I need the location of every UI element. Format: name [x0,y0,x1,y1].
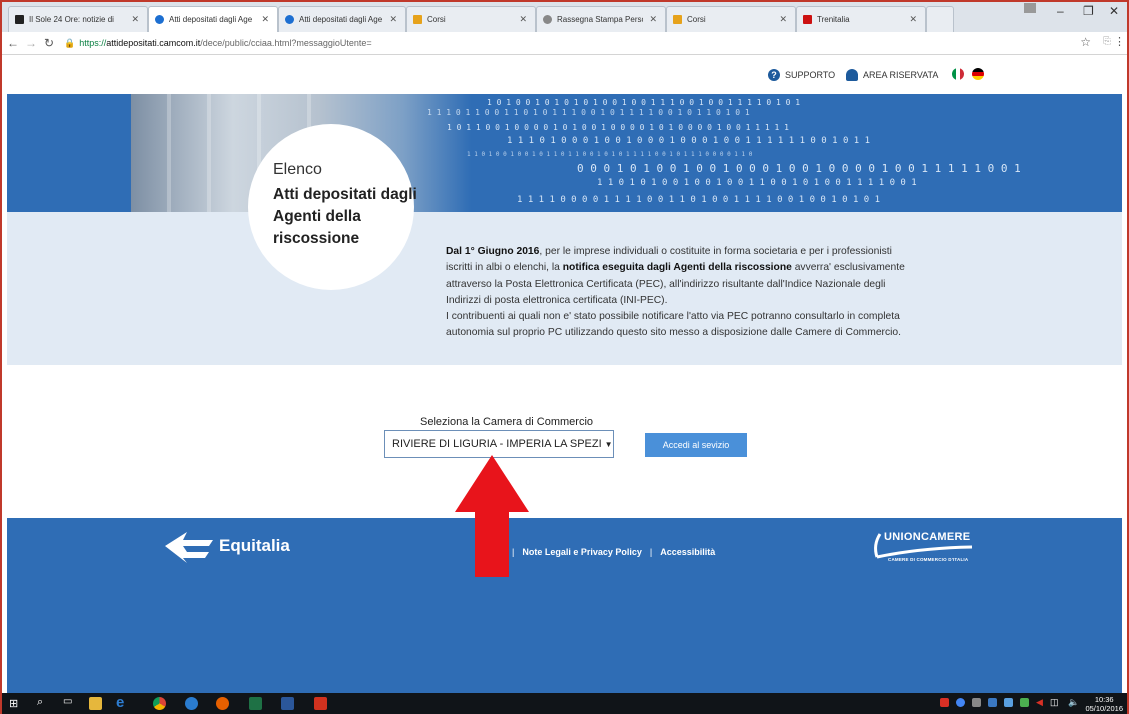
chrome-icon[interactable] [153,697,166,710]
page-title: Atti depositati dagli Agenti della risco… [273,186,417,247]
select-label: Seleziona la Camera di Commercio [420,416,594,428]
close-tab-icon[interactable]: ✕ [519,14,527,25]
corsi-favicon-icon [673,15,682,24]
close-tab-icon[interactable]: ✕ [909,14,917,25]
binary-decoration: 1 1 1 1 0 0 0 0 1 1 1 1 0 0 1 1 0 1 0 0 … [517,195,881,205]
volume-icon[interactable]: 🔈 [1068,697,1079,708]
acrobat-icon[interactable] [314,697,327,710]
forward-arrow-icon[interactable]: → [22,36,40,50]
equitalia-logo[interactable]: Equitalia [165,529,290,563]
tray-app2-icon[interactable] [1020,698,1029,707]
edge-browser-icon[interactable]: e [116,694,124,711]
binary-decoration: 1 1 0 1 0 0 1 0 0 1 0 1 1 0 1 1 0 0 1 0 … [467,151,753,158]
binary-decoration: 1 0 1 0 0 1 0 1 0 1 0 1 0 0 1 0 0 1 1 1 … [487,98,801,107]
tab-corsi[interactable]: Corsi ✕ [406,6,536,32]
tab-atti-depositati-active[interactable]: Atti depositati dagli Age ✕ [148,6,278,32]
unioncamere-swoosh-icon [874,533,973,559]
binary-decoration: 1 0 1 1 0 0 1 0 0 0 0 1 0 1 0 0 1 0 0 0 … [447,123,789,132]
excel-icon[interactable] [249,697,262,710]
close-window-icon[interactable]: ✕ [1109,4,1119,18]
german-flag-icon[interactable] [972,68,984,80]
browser-tabstrip: Il Sole 24 Ore: notizie di ✕ Atti deposit… [0,0,1129,32]
legal-privacy-link[interactable]: Note Legali e Privacy Policy [522,547,642,557]
back-arrow-icon[interactable]: ← [4,36,22,50]
unioncamere-logo[interactable]: UNIONCAMERE CAMERE DI COMMERCIO D'ITALIA [870,531,973,562]
menu-icon[interactable]: ⋮ [1114,35,1125,48]
site-top-nav: ? SUPPORTO AREA RISERVATA [0,58,1129,92]
task-view-icon[interactable]: ▭ [63,696,72,707]
red-up-arrow-annotation [455,455,529,577]
rassegna-favicon-icon [543,15,552,24]
taskbar-clock[interactable]: 10:36 05/10/2016 [1085,695,1123,713]
tray-file-icon[interactable] [972,698,981,707]
search-icon[interactable]: ⌕ [37,696,43,709]
url-field[interactable]: 🔒 https://attidepositati.camcom.it/dece/… [64,38,372,49]
hero-line1: Elenco [273,161,322,178]
windows-start-icon[interactable]: ⊞ [9,697,18,710]
tab-atti-depositati[interactable]: Atti depositati dagli Age ✕ [278,6,406,32]
windows-taskbar: ⊞ ⌕ ▭ e ◀ ◫ 🔈 10:36 05/10/2016 [0,693,1129,714]
binary-decoration: 0 0 0 1 0 1 0 0 1 0 0 1 0 0 0 1 0 0 1 0 … [577,162,1021,175]
app-icon[interactable] [185,697,198,710]
tray-network-icon[interactable] [988,698,997,707]
camera-commercio-select[interactable]: RIVIERE DI LIGURIA - IMPERIA LA SPEZI ▼ [384,430,614,458]
footer-links: | Note Legali e Privacy Policy | Accessibil… [512,547,716,557]
corsi-favicon-icon [413,15,422,24]
reload-icon[interactable]: ↻ [40,36,58,50]
close-tab-icon[interactable]: ✕ [131,14,139,25]
tab-corsi-2[interactable]: Corsi ✕ [666,6,796,32]
binary-decoration: 1 1 1 0 1 0 0 0 1 0 0 1 0 0 0 1 0 0 0 1 … [507,136,871,146]
user-icon [846,69,858,81]
file-explorer-icon[interactable] [89,697,102,710]
sole24ore-favicon-icon [15,15,24,24]
tray-cloud-icon[interactable] [1004,698,1013,707]
tab-sole24ore[interactable]: Il Sole 24 Ore: notizie di ✕ [8,6,148,32]
word-icon[interactable] [281,697,294,710]
new-tab-button[interactable] [926,6,954,32]
support-link[interactable]: ? SUPPORTO [768,69,835,81]
reserved-area-link[interactable]: AREA RISERVATA [846,69,938,81]
accessibility-link[interactable]: Accessibilità [660,547,715,557]
minimize-icon[interactable]: – [1057,4,1064,18]
access-service-button[interactable]: Accedi al sevizio [645,433,747,457]
tray-arrow-icon[interactable]: ◀ [1036,697,1043,708]
close-tab-icon[interactable]: ✕ [261,14,269,25]
cast-icon[interactable]: ⎘ [1103,36,1111,47]
italian-flag-icon[interactable] [952,68,964,80]
user-profile-icon[interactable] [1024,3,1036,13]
close-tab-icon[interactable]: ✕ [649,14,657,25]
globe-favicon-icon [155,15,164,24]
tab-trenitalia[interactable]: Trenitalia ✕ [796,6,926,32]
close-tab-icon[interactable]: ✕ [779,14,787,25]
tray-mail-icon[interactable] [940,698,949,707]
bookmark-star-icon[interactable]: ☆ [1080,35,1091,49]
binary-decoration: 1 1 0 1 0 1 0 0 1 0 0 1 0 0 1 1 0 0 1 0 … [597,178,917,188]
info-description: Dal 1° Giugno 2016, per le imprese indiv… [446,246,905,339]
trenitalia-favicon-icon [803,15,812,24]
hero-banner: 1 0 1 0 0 1 0 1 0 1 0 1 0 0 1 0 0 1 1 1 … [7,94,1122,212]
address-bar-row: ← → ↻ 🔒 https://attidepositati.camcom.it… [0,32,1129,55]
tab-rassegna-stampa[interactable]: Rassegna Stampa Person ✕ [536,6,666,32]
equitalia-logo-icon [165,532,213,563]
maximize-icon[interactable]: ❐ [1083,4,1094,18]
firefox-icon[interactable] [216,697,229,710]
help-icon: ? [768,69,780,81]
close-tab-icon[interactable]: ✕ [389,14,397,25]
dropdown-arrow-icon: ▼ [604,439,613,449]
binary-decoration: 1 1 1 0 1 1 0 0 1 1 0 1 0 1 1 1 0 0 1 0 … [427,108,750,117]
globe-favicon-icon [285,15,294,24]
wifi-icon[interactable]: ◫ [1050,697,1059,708]
lock-icon: 🔒 [64,37,76,48]
tray-app-icon[interactable] [956,698,965,707]
